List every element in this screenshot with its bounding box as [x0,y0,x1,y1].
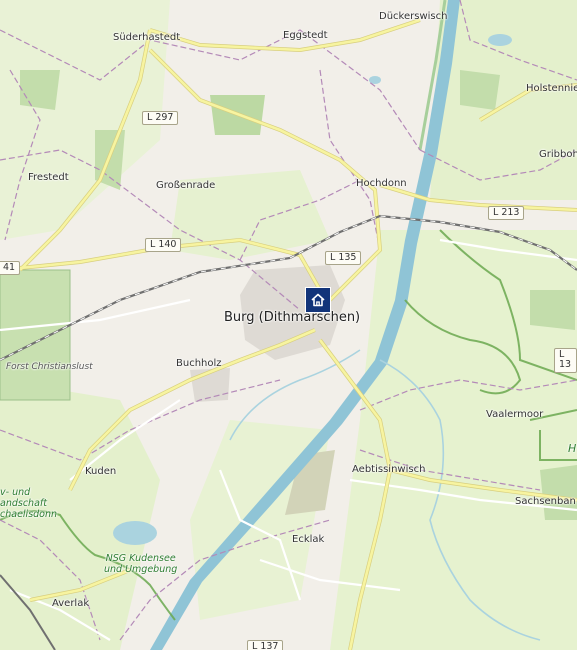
area-label-nsg-kudensee: NSG Kudensee und Umgebung [104,553,178,575]
road-shield-l13: L 13 [554,348,577,373]
road-shield-l213: L 213 [488,206,525,221]
road-shield-l135: L 135 [325,251,362,266]
road-shield-l137: L 137 [247,640,284,650]
area-label-landschaft: v- und andschaft chaelisdonn [0,487,58,520]
place-label-buchholz: Buchholz [176,358,222,369]
place-label-frestedt: Frestedt [28,172,69,183]
place-label-aebtissinwisch: Aebtissinwisch [352,464,426,475]
place-label-sachsenbande: Sachsenban [515,496,576,507]
place-label-vaalermoor: Vaalermoor [486,409,544,420]
road-shield-41: 41 [0,261,21,276]
map-tiles [0,0,577,650]
place-label-suderhastedt: Süderhastedt [113,32,181,43]
road-shield-l297: L 297 [142,111,179,126]
place-label-hochdonn: Hochdonn [356,178,407,189]
place-label-holstenniendorf: Holstennie [526,83,577,94]
location-marker[interactable] [305,287,331,313]
place-label-averlak: Averlak [52,598,90,609]
home-icon [311,293,325,307]
map-view[interactable]: Süderhastedt Eggstedt Dückerswisch Holst… [0,0,577,650]
place-label-duckerswisch: Dückerswisch [379,11,448,22]
place-label-ecklak: Ecklak [292,534,325,545]
area-label-forst: Forst Christianslust [6,362,93,372]
place-label-grossenrade: Großenrade [156,180,216,191]
place-label-burg: Burg (Dithmarschen) [224,310,361,325]
place-label-kuden: Kuden [85,466,117,477]
place-label-gribbohm: Gribboh [539,149,577,160]
place-label-eggstedt: Eggstedt [283,30,328,41]
road-shield-l140: L 140 [145,238,182,253]
area-label-h: H [568,442,577,455]
